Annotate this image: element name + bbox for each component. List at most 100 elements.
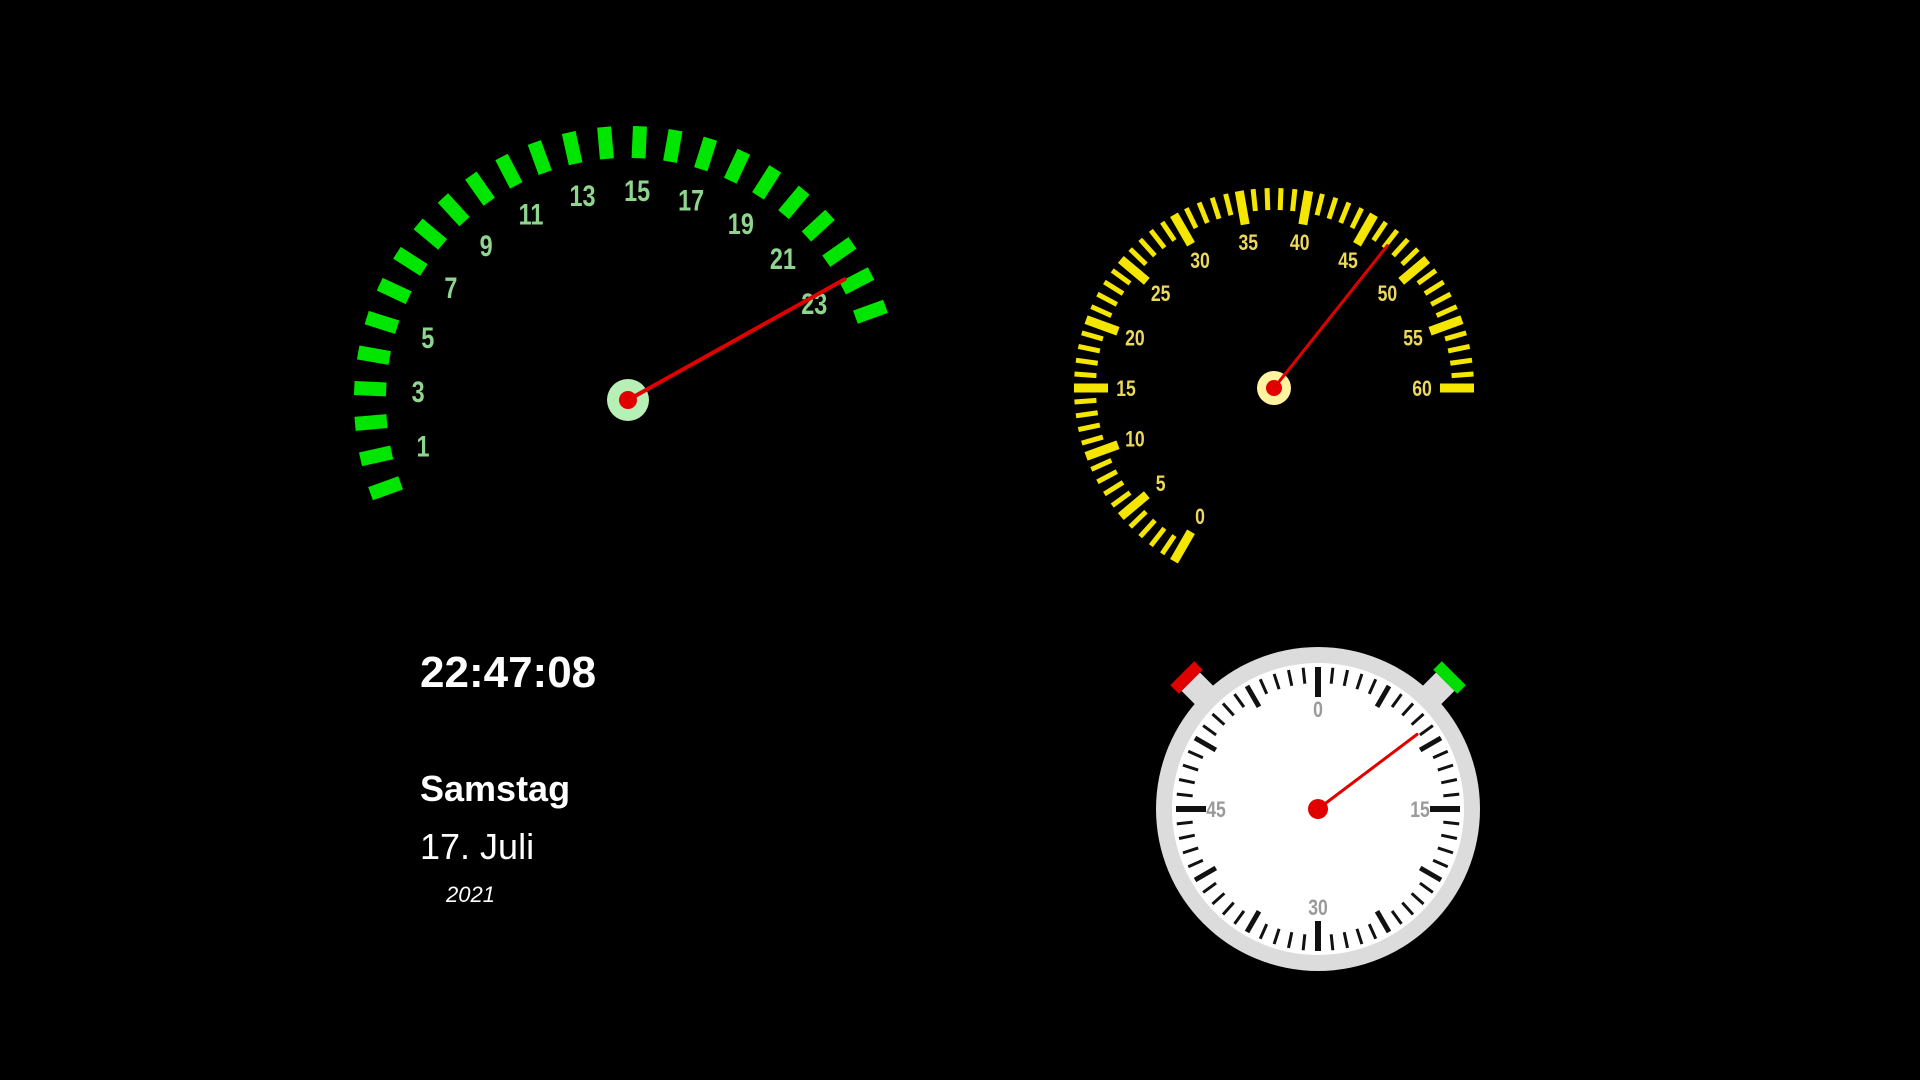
- minute-tick: [1075, 357, 1099, 366]
- minute-tick: [1128, 509, 1148, 529]
- hour-gauge: 135791113 15 17192123: [353, 125, 888, 501]
- minute-tick: [1429, 291, 1452, 307]
- hour-tick: [597, 126, 614, 160]
- hour-tick-label: 21: [770, 242, 796, 275]
- dashboard-canvas: 135791113 15 17192123 05101520253035 404550…: [353, 125, 1480, 971]
- hour-tick: [465, 171, 495, 206]
- minute-tick: [1223, 193, 1234, 216]
- minute-tick: [1084, 440, 1120, 461]
- hour-tick-label: 9: [480, 229, 493, 262]
- minute-tick: [1428, 315, 1464, 336]
- minute-tick: [1081, 434, 1104, 446]
- minute-tick: [1074, 397, 1097, 405]
- hour-tick-label: 5: [421, 321, 434, 354]
- stopwatch-tick: [1443, 820, 1460, 826]
- minute-tick: [1400, 247, 1420, 267]
- hour-tick: [822, 237, 857, 267]
- minute-tick: [1250, 188, 1258, 212]
- minute-tick: [1447, 343, 1471, 354]
- minute-tick: [1148, 228, 1167, 250]
- minute-tick: [1170, 529, 1195, 564]
- hour-tick: [723, 148, 751, 184]
- stopwatch-tick: [1301, 667, 1307, 684]
- hour-tick: [839, 267, 875, 295]
- hour-tick: [561, 130, 583, 166]
- minute-tick: [1103, 480, 1125, 497]
- minute-tick: [1444, 330, 1467, 342]
- minute-tick: [1290, 188, 1298, 212]
- minute-tick: [1128, 247, 1148, 267]
- hour-tick-label: 13: [570, 179, 596, 212]
- hour-tick-label: 3: [412, 375, 425, 408]
- minute-tick: [1234, 190, 1250, 226]
- minute-tick-label: 60: [1412, 377, 1432, 401]
- minute-tick: [1160, 534, 1177, 556]
- hour-tick-label: 7: [444, 271, 457, 304]
- minute-needle: [1272, 244, 1389, 390]
- hour-tick-label: 15: [624, 174, 650, 207]
- clock-date: 17. Juli: [420, 826, 535, 867]
- hour-tick: [631, 125, 647, 159]
- hour-tick: [437, 193, 470, 227]
- stopwatch-tick: [1176, 792, 1193, 798]
- hour-tick: [694, 136, 718, 172]
- hour-tick: [853, 299, 888, 324]
- minute-tick: [1148, 526, 1167, 548]
- clock-time: 22:47:08: [420, 648, 597, 697]
- minute-tick-label: 10: [1125, 428, 1145, 452]
- hour-tick: [353, 381, 387, 397]
- minute-tick: [1081, 330, 1104, 342]
- minute-tick: [1096, 469, 1119, 485]
- minute-tick: [1096, 291, 1119, 307]
- hour-tick: [364, 310, 400, 334]
- stopwatch-tick: [1301, 934, 1307, 951]
- hour-tick-label: 17: [678, 184, 704, 217]
- hour-tick: [354, 414, 388, 431]
- hour-tick: [663, 128, 683, 163]
- minute-tick: [1103, 279, 1125, 296]
- hour-tick: [413, 218, 448, 250]
- stopwatch-label: 0: [1313, 698, 1323, 722]
- minute-tick: [1277, 188, 1284, 211]
- stopwatch-label: 15: [1410, 798, 1430, 822]
- hour-tick: [368, 476, 403, 501]
- minute-tick: [1391, 237, 1410, 258]
- minute-gauge: 0 5 10 15 2025 30 35 40 45 5055 60: [1074, 188, 1474, 564]
- hour-tick: [752, 165, 782, 200]
- stopwatch-tick: [1176, 820, 1193, 826]
- minute-tick-label: 15: [1116, 377, 1136, 401]
- minute-tick: [1449, 357, 1473, 366]
- minute-tick: [1074, 371, 1097, 379]
- hour-tick-label: 11: [519, 198, 544, 231]
- hour-hub-center: [619, 391, 637, 409]
- hour-tick-label: 1: [416, 430, 429, 463]
- minute-tick: [1196, 201, 1210, 224]
- stopwatch-tick: [1329, 934, 1335, 951]
- clock-year: 2021: [446, 882, 495, 907]
- minute-tick: [1435, 304, 1458, 318]
- minute-tick: [1084, 315, 1120, 336]
- stopwatch-tick: [1329, 667, 1335, 684]
- minute-tick: [1160, 220, 1177, 242]
- minute-tick: [1416, 268, 1438, 286]
- hour-tick: [495, 153, 523, 189]
- minute-tick: [1090, 304, 1113, 318]
- minute-tick: [1138, 518, 1157, 539]
- hour-needle: [626, 277, 847, 402]
- minute-tick: [1349, 207, 1364, 230]
- stopwatch-tick: [1443, 792, 1460, 798]
- minute-tick: [1110, 490, 1132, 508]
- minute-hub-center: [1266, 380, 1282, 396]
- minute-tick: [1338, 201, 1352, 224]
- minute-tick: [1090, 458, 1113, 472]
- stopwatch: 0 15 30 45: [1156, 647, 1480, 971]
- minute-tick-label: 20: [1125, 327, 1145, 351]
- hour-tick: [376, 277, 412, 305]
- minute-tick: [1371, 220, 1388, 242]
- minute-tick: [1264, 188, 1271, 211]
- minute-tick-label: 55: [1403, 327, 1423, 351]
- minute-tick: [1298, 190, 1314, 226]
- minute-tick: [1381, 228, 1400, 250]
- minute-tick: [1077, 343, 1101, 354]
- minute-tick: [1077, 422, 1101, 433]
